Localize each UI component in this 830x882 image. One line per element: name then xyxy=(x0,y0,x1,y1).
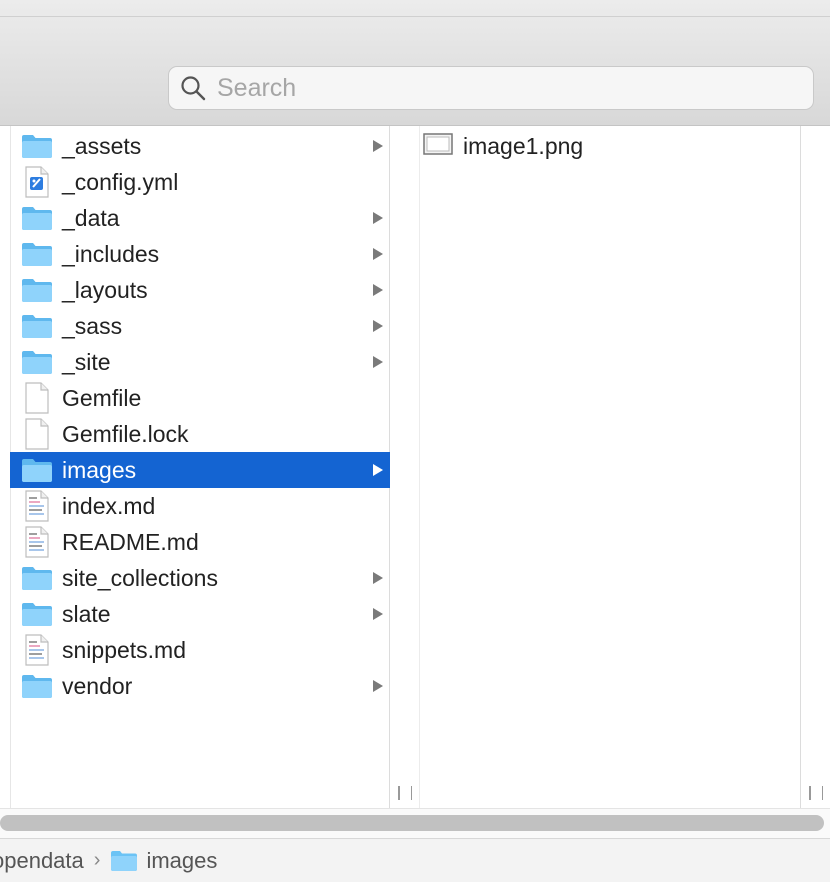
search-field[interactable] xyxy=(168,66,814,110)
folder-icon xyxy=(20,238,54,270)
file-item[interactable]: images xyxy=(10,452,390,488)
file-label: Gemfile.lock xyxy=(62,420,189,447)
file-item[interactable]: _includes xyxy=(10,236,390,272)
search-icon xyxy=(179,74,207,102)
disclosure-arrow-icon xyxy=(370,452,386,488)
file-item[interactable]: Gemfile.lock xyxy=(10,416,390,452)
file-label: _data xyxy=(62,204,120,231)
folder-icon xyxy=(20,202,54,234)
file-column-2: image1.png xyxy=(391,126,830,808)
image-file-icon xyxy=(423,132,453,161)
file-label: site_collections xyxy=(62,564,218,591)
path-bar: opendata › images xyxy=(0,838,830,882)
file-item[interactable]: README.md xyxy=(10,524,390,560)
folder-icon xyxy=(110,850,138,872)
folder-icon xyxy=(20,598,54,630)
column-right-edge xyxy=(800,126,801,808)
disclosure-arrow-icon xyxy=(370,344,386,380)
disclosure-arrow-icon xyxy=(370,308,386,344)
search-input[interactable] xyxy=(215,72,799,104)
toolbar-divider xyxy=(0,16,830,17)
file-item[interactable]: _site xyxy=(10,344,390,380)
disclosure-arrow-icon xyxy=(370,596,386,632)
file-label: Gemfile xyxy=(62,384,142,411)
file-label: _assets xyxy=(62,132,142,159)
file-label: README.md xyxy=(62,528,199,555)
disclosure-arrow-icon xyxy=(370,560,386,596)
disclosure-arrow-icon xyxy=(370,236,386,272)
file-label: _config.yml xyxy=(62,168,179,195)
folder-icon xyxy=(20,274,54,306)
folder-icon xyxy=(20,562,54,594)
folder-icon xyxy=(20,130,54,162)
file-label: index.md xyxy=(62,492,156,519)
file-label: _includes xyxy=(62,240,160,267)
path-segment-parent[interactable]: opendata xyxy=(0,848,84,874)
document-icon xyxy=(20,418,54,450)
folder-icon xyxy=(20,454,54,486)
file-label: slate xyxy=(62,600,111,627)
markdown-file-icon xyxy=(20,634,54,666)
file-item[interactable]: vendor xyxy=(10,668,390,704)
file-label: _site xyxy=(62,348,111,375)
file-label: image1.png xyxy=(463,132,584,159)
file-item[interactable]: index.md xyxy=(10,488,390,524)
column-resize-handle[interactable] xyxy=(809,786,823,802)
file-item[interactable]: _assets xyxy=(10,128,390,164)
folder-icon xyxy=(20,310,54,342)
toolbar xyxy=(0,0,830,126)
file-item[interactable]: slate xyxy=(10,596,390,632)
path-segment-current[interactable]: images xyxy=(146,848,217,874)
file-item[interactable]: _data xyxy=(10,200,390,236)
file-label: _layouts xyxy=(62,276,148,303)
file-item-image1[interactable]: image1.png xyxy=(423,128,583,164)
file-label: _sass xyxy=(62,312,123,339)
folder-icon xyxy=(20,346,54,378)
folder-icon xyxy=(20,670,54,702)
markdown-file-icon xyxy=(20,526,54,558)
yml-file-icon xyxy=(20,166,54,198)
disclosure-arrow-icon xyxy=(370,668,386,704)
file-item[interactable]: snippets.md xyxy=(10,632,390,668)
file-item[interactable]: Gemfile xyxy=(10,380,390,416)
disclosure-arrow-icon xyxy=(370,200,386,236)
scrollbar-thumb[interactable] xyxy=(0,815,824,831)
document-icon xyxy=(20,382,54,414)
file-column-1: _assets _config.yml _data _includes _layouts… xyxy=(0,126,412,808)
file-label: vendor xyxy=(62,672,133,699)
disclosure-arrow-icon xyxy=(370,272,386,308)
file-item[interactable]: _config.yml xyxy=(10,164,390,200)
markdown-file-icon xyxy=(20,490,54,522)
file-item[interactable]: _layouts xyxy=(10,272,390,308)
disclosure-arrow-icon xyxy=(370,128,386,164)
file-item[interactable]: site_collections xyxy=(10,560,390,596)
file-item[interactable]: _sass xyxy=(10,308,390,344)
chevron-right-icon: › xyxy=(93,849,101,871)
file-label: snippets.md xyxy=(62,636,187,663)
file-label: images xyxy=(62,456,137,483)
column-left-edge xyxy=(419,126,420,808)
